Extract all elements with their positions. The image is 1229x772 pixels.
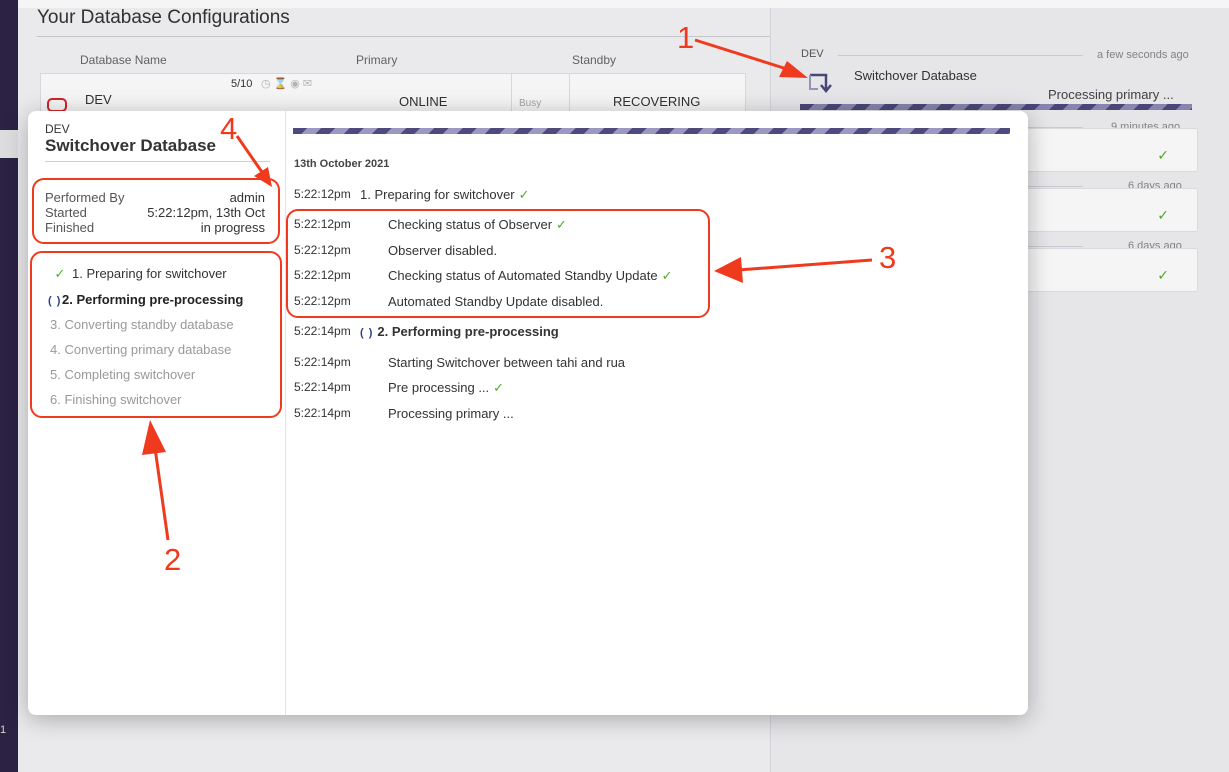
log-text: Starting Switchover between tahi and rua <box>388 355 626 370</box>
annotation-number-3: 3 <box>879 240 897 275</box>
log-entry: Starting Switchover between tahi and rua <box>388 355 625 370</box>
modal-title: Switchover Database <box>45 136 217 155</box>
log-time: 5:22:14pm <box>294 324 351 338</box>
annotation-number-1: 1 <box>677 20 695 55</box>
log-time: 5:22:12pm <box>294 187 351 201</box>
log-text: 1. Preparing for switchover <box>360 187 515 202</box>
check-icon: ✓ <box>518 187 530 202</box>
log-entry: 1. Preparing for switchover ✓ <box>360 187 530 203</box>
annotation-box-3 <box>286 209 710 318</box>
log-entry: Pre processing ... ✓ <box>388 380 504 396</box>
log-text: Pre processing ... <box>388 380 490 395</box>
annotation-box-2 <box>30 251 282 418</box>
log-time: 5:22:14pm <box>294 406 351 420</box>
log-text: Processing primary ... <box>388 406 514 421</box>
log-time: 5:22:14pm <box>294 380 351 394</box>
modal-db-label: DEV <box>45 122 70 136</box>
log-text: 2. Performing pre-processing <box>377 324 559 339</box>
log-time: 5:22:14pm <box>294 355 351 369</box>
check-icon: ✓ <box>493 380 505 395</box>
log-date: 13th October 2021 <box>294 158 390 170</box>
annotation-number-2: 2 <box>164 542 182 577</box>
annotation-box-4 <box>32 178 280 244</box>
log-entry: Processing primary ... <box>388 406 514 421</box>
spinner-icon: ( ) <box>360 327 374 339</box>
modal-log: 13th October 2021 5:22:12pm 1. Preparing… <box>286 111 1028 715</box>
annotation-number-4: 4 <box>220 111 238 146</box>
progress-bar <box>293 128 1010 134</box>
modal-title-divider <box>45 161 270 162</box>
log-entry: ( ) 2. Performing pre-processing <box>360 324 559 339</box>
